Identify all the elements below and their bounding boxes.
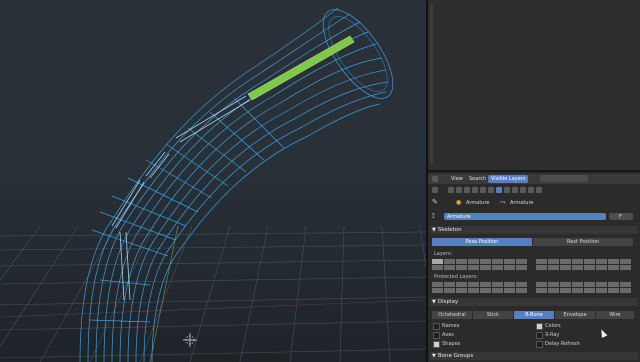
names-label: Names (442, 323, 460, 329)
display-mode-stick[interactable]: Stick (473, 311, 513, 319)
armature-data-icon[interactable] (496, 187, 502, 193)
editor-type-icon[interactable] (432, 176, 438, 182)
collapse-arrow-icon: ▼ (432, 227, 436, 233)
colors-label: Colors (545, 323, 561, 329)
delay-refresh-label: Delay Refresh (545, 341, 580, 347)
world-tab-icon[interactable] (464, 187, 470, 193)
scene-tab-icon[interactable] (456, 187, 462, 193)
menu-view[interactable]: View (448, 175, 466, 183)
shapes-checkbox[interactable] (433, 341, 440, 348)
object-tab-icon[interactable] (472, 187, 478, 193)
rest-position-button[interactable]: Rest Position (533, 238, 633, 246)
skeleton-title: Skeleton (437, 227, 462, 233)
outliner-scrollbar[interactable] (430, 4, 433, 164)
names-checkbox[interactable] (433, 323, 440, 330)
modifiers-tab-icon[interactable] (488, 187, 494, 193)
bone-tab-icon[interactable] (504, 187, 510, 193)
breadcrumb-object[interactable]: Armature (466, 200, 489, 206)
breadcrumb-data[interactable]: Armature (510, 200, 533, 206)
material-tab-icon[interactable] (520, 187, 526, 193)
object-icon: ● (456, 199, 462, 206)
properties-tabs (428, 185, 640, 195)
bone-groups-title: Bone Groups (437, 353, 474, 359)
datablock-name: Armature (447, 214, 471, 220)
display-mode-bbone[interactable]: B-Bone (514, 311, 554, 319)
collapse-arrow-icon: ▼ (432, 353, 436, 359)
colors-checkbox[interactable] (536, 323, 543, 330)
pose-position-button[interactable]: Pose Position (432, 238, 532, 246)
outliner-header: View Search Visible Layers (428, 174, 640, 184)
xray-label: X-Ray (545, 332, 560, 338)
protected-layers-label: Protected Layers: (434, 274, 478, 280)
display-title: Display (437, 299, 459, 305)
axes-label: Axes (442, 332, 454, 338)
users-count: F (619, 214, 622, 220)
xray-checkbox[interactable] (536, 332, 543, 339)
layers-label: Layers: (434, 251, 453, 257)
viewport-scene (0, 7, 426, 362)
delay-refresh-checkbox[interactable] (536, 341, 543, 348)
shapes-label: Shapes (442, 341, 461, 347)
display-mode-envelope[interactable]: Envelope (555, 311, 595, 319)
layers-grid-left[interactable] (432, 259, 527, 270)
physics-tab-icon[interactable] (536, 187, 542, 193)
layers-grid-right[interactable] (536, 259, 631, 270)
protected-layers-grid-left[interactable] (432, 282, 527, 293)
axes-checkbox[interactable] (433, 332, 440, 339)
bone-icon[interactable]: ⟟ (432, 212, 435, 221)
users-count-field[interactable]: F (609, 213, 633, 220)
display-panel-header[interactable]: ▼ Display (430, 298, 638, 306)
breadcrumb: ✎ ● Armature ⤳ Armature (428, 198, 640, 208)
texture-tab-icon[interactable] (528, 187, 534, 193)
cursor-icon (598, 328, 608, 338)
armature-icon: ⤳ (500, 198, 506, 206)
display-mode-octahedral[interactable]: Octahedral (432, 311, 472, 319)
properties-editor: View Search Visible Layers ✎ ● Armature … (428, 0, 640, 362)
protected-layers-grid-right[interactable] (536, 282, 631, 293)
skeleton-panel-header[interactable]: ▼ Skeleton (430, 226, 638, 234)
outliner-area (428, 0, 640, 170)
outliner-search-input[interactable] (540, 175, 588, 182)
datablock-name-field[interactable]: Armature (444, 213, 606, 220)
display-filter-select[interactable]: Visible Layers (488, 175, 529, 183)
panel-menu-icon[interactable] (432, 187, 438, 193)
collapse-arrow-icon: ▼ (432, 299, 436, 305)
bone-constraints-tab-icon[interactable] (512, 187, 518, 193)
display-mode-wire[interactable]: Wire (596, 311, 634, 319)
menu-search[interactable]: Search (466, 175, 489, 183)
datablock-row: ⟟ Armature F (428, 212, 640, 222)
area-horizontal-divider[interactable] (428, 170, 640, 172)
constraints-tab-icon[interactable] (480, 187, 486, 193)
pin-icon[interactable]: ✎ (432, 198, 438, 206)
render-tab-icon[interactable] (448, 187, 454, 193)
3d-viewport[interactable] (0, 0, 426, 362)
bone-groups-panel-header[interactable]: ▼ Bone Groups (430, 352, 638, 360)
